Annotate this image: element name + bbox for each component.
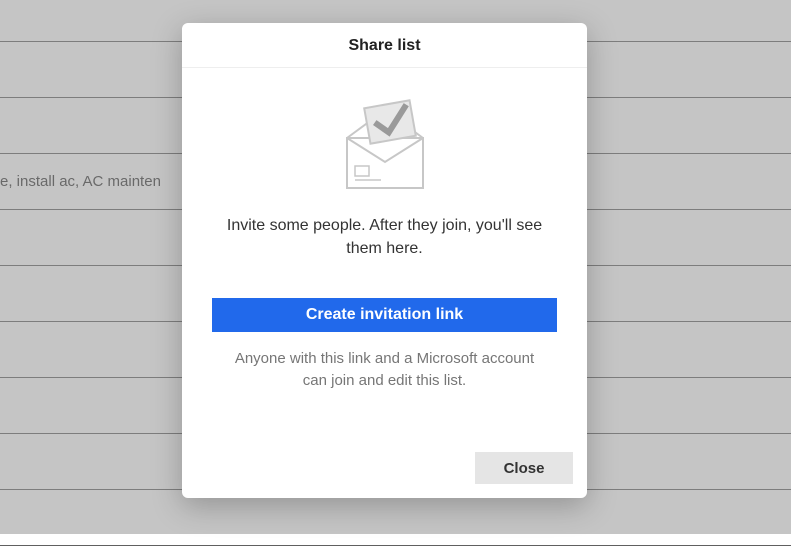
create-invitation-link-button[interactable]: Create invitation link [212,298,557,332]
link-permission-hint: Anyone with this link and a Microsoft ac… [212,348,557,392]
envelope-check-icon [325,96,445,196]
close-button[interactable]: Close [475,452,573,484]
dialog-footer: Close [182,442,587,498]
dialog-header: Share list [182,23,587,68]
dialog-title: Share list [182,37,587,55]
dialog-body: Invite some people. After they join, you… [182,68,587,442]
invite-message: Invite some people. After they join, you… [212,214,557,260]
share-list-dialog: Share list Invite some people. After the… [182,23,587,498]
